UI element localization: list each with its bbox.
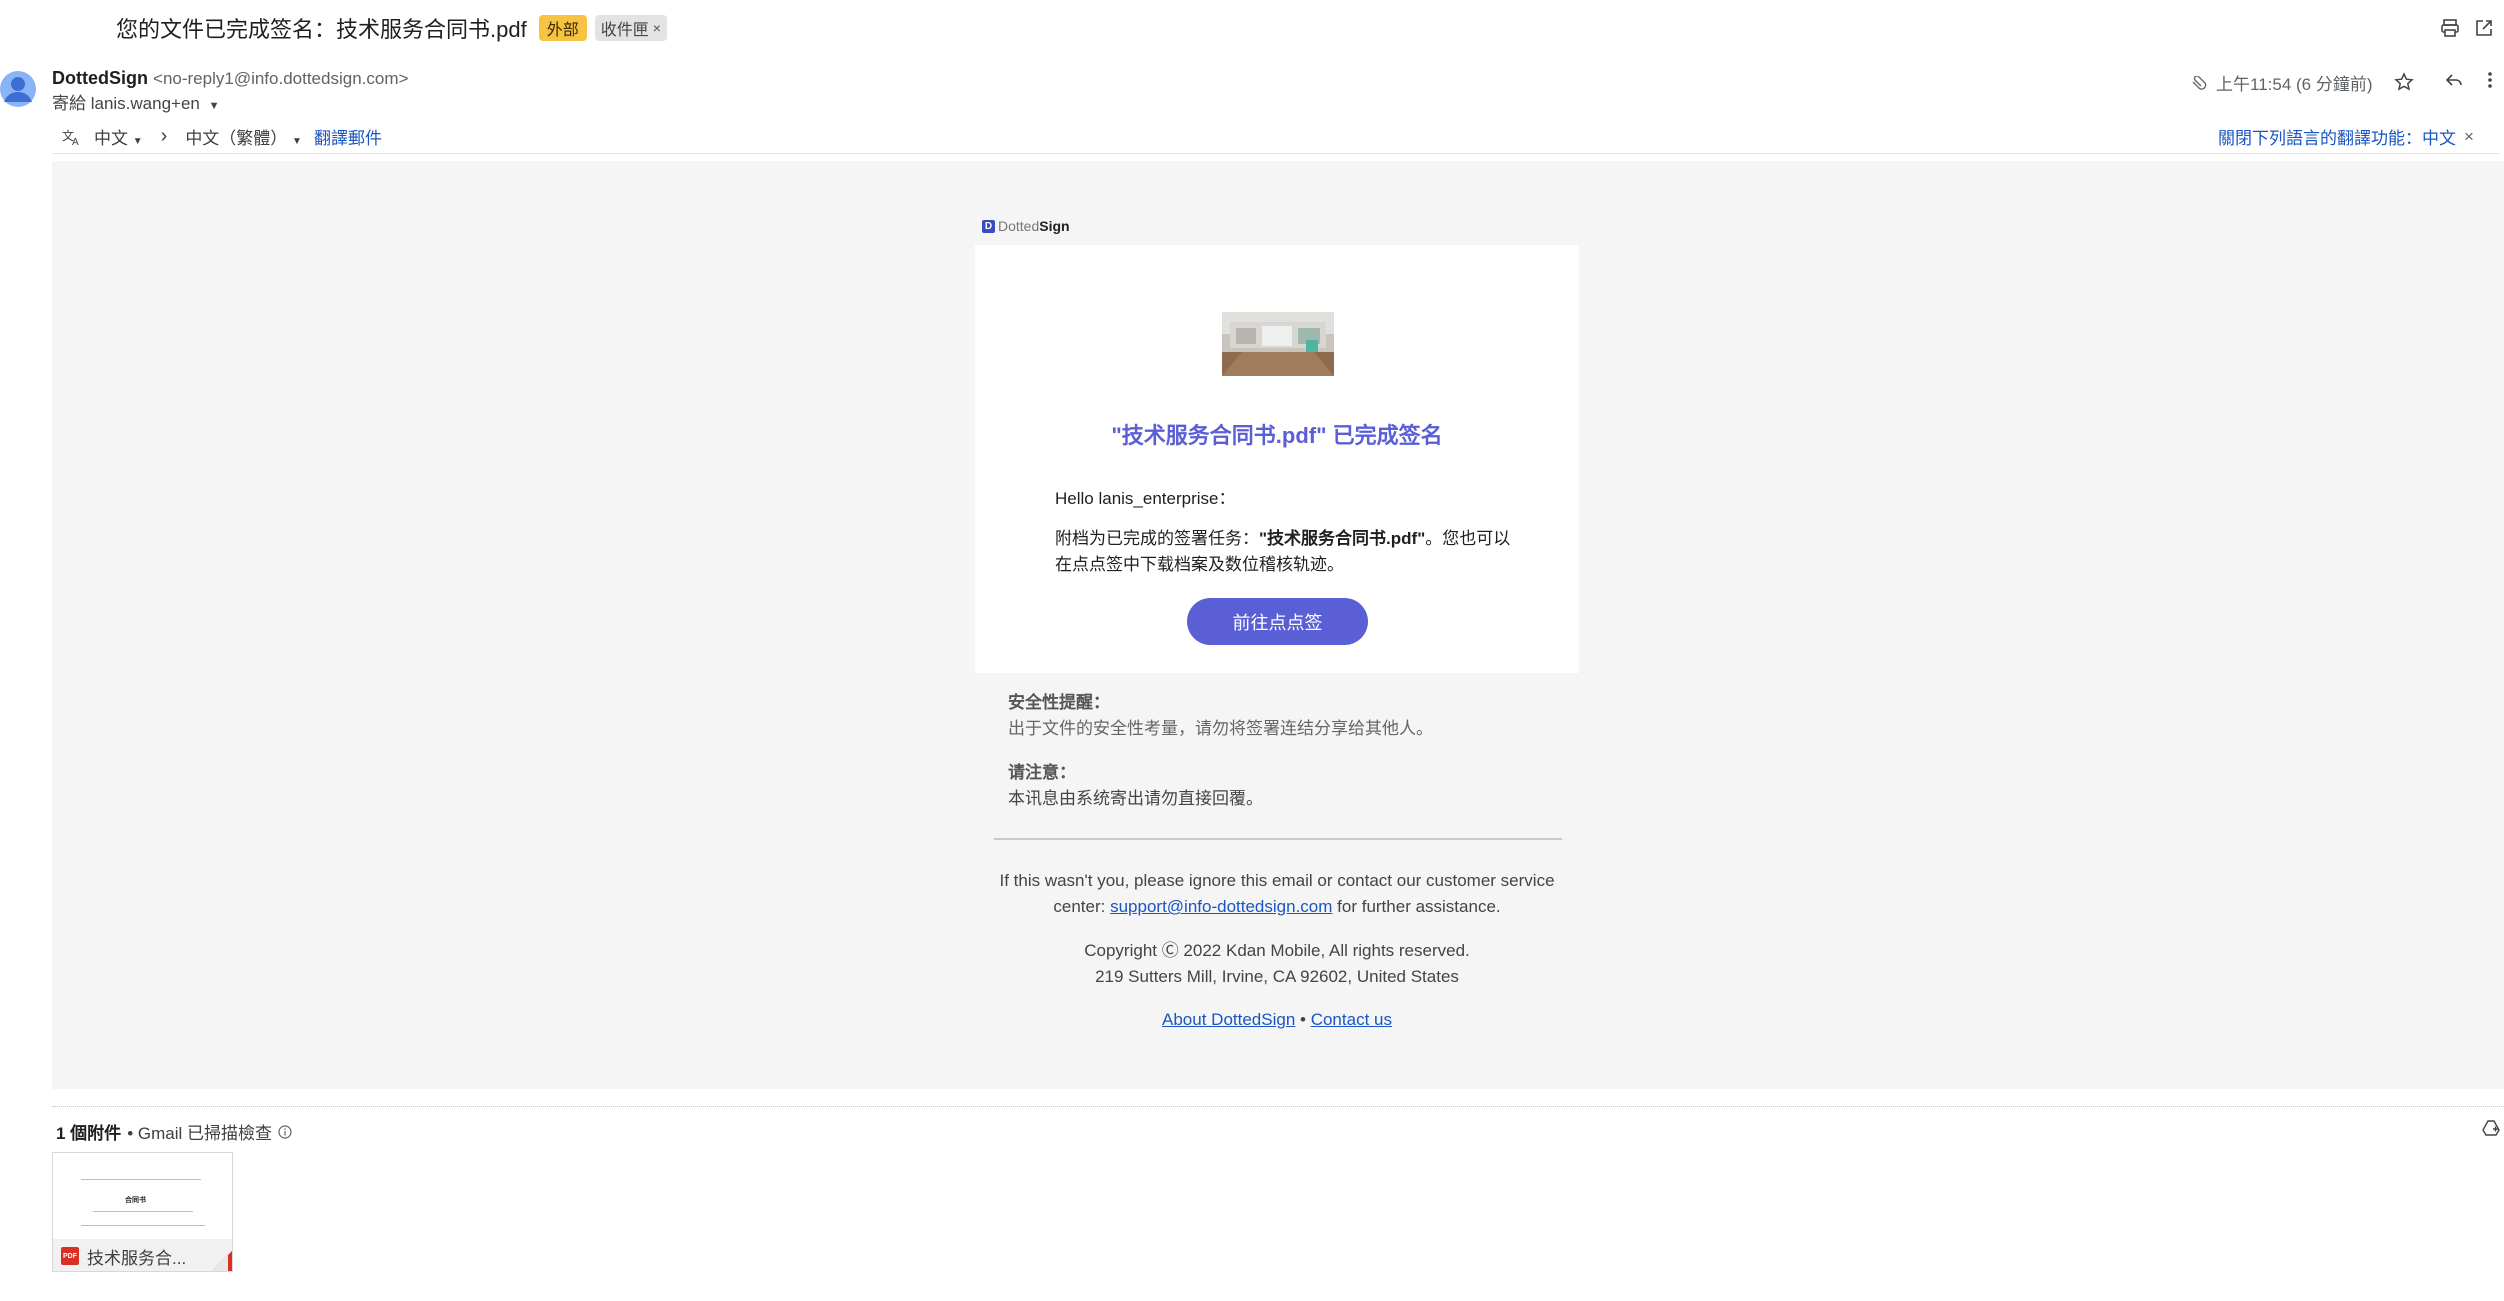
translate-controls: 文A 中文 ▼ › 中文（繁體） ▼ 翻譯郵件 — [62, 124, 382, 149]
paragraph-filename: "技术服务合同书.pdf" — [1259, 529, 1426, 548]
attachment-preview: 合同书 — [53, 1153, 232, 1239]
footer-links: About DottedSign • Contact us — [975, 1010, 1579, 1030]
contact-us-link[interactable]: Contact us — [1311, 1010, 1392, 1029]
footer-divider — [994, 838, 1562, 840]
inbox-label[interactable]: 收件匣 × — [594, 15, 667, 41]
security-title: 安全性提醒： — [1008, 693, 1110, 712]
notice-text: 本讯息由系统寄出请勿直接回覆。 — [1008, 789, 1263, 808]
attachment-filename: 技术服务合... — [87, 1248, 187, 1268]
email-subject: 您的文件已完成签名：技术服务合同书.pdf — [116, 17, 527, 42]
go-to-dottedsign-button[interactable]: 前往点点签 — [1187, 598, 1368, 645]
sender-email: <no-reply1@info.dottedsign.com> — [153, 69, 409, 88]
sender-avatar — [0, 68, 36, 110]
recipient-details-chevron-icon[interactable]: ▼ — [209, 100, 220, 112]
email-paragraph: 附档为已完成的签署任务："技术服务合同书.pdf"。您也可以在点点签中下载档案及… — [1055, 526, 1515, 578]
translate-icon: 文A — [62, 128, 82, 146]
attachment-clip-icon — [2190, 75, 2208, 90]
sender-line: DottedSign <no-reply1@info.dottedsign.co… — [52, 68, 408, 89]
sender-name[interactable]: DottedSign — [52, 68, 148, 88]
scan-status: • Gmail 已掃描檢查 — [127, 1124, 272, 1143]
logo-text-sign: Sign — [1039, 218, 1070, 234]
info-icon[interactable] — [278, 1124, 292, 1139]
hero-image — [1222, 312, 1334, 376]
message-time: 上午11:54 (6 分鐘前) — [2216, 75, 2373, 94]
remove-label-icon[interactable]: × — [653, 20, 661, 36]
translate-message-link[interactable]: 翻譯郵件 — [314, 124, 382, 149]
star-icon[interactable] — [2394, 72, 2414, 92]
notice-title: 请注意： — [1008, 763, 1076, 782]
attachment-footer: PDF 技术服务合... — [53, 1239, 232, 1271]
dottedsign-logo: D Dotted Sign — [982, 218, 1070, 234]
target-language-dropdown-icon: ▼ — [292, 136, 302, 147]
footer-help-text: If this wasn't you, please ignore this e… — [975, 868, 1579, 920]
preview-doc-title: 合同书 — [125, 1197, 146, 1204]
security-text: 出于文件的安全性考量，请勿将签署连结分享给其他人。 — [1008, 719, 1433, 738]
source-language-label: 中文 — [94, 129, 128, 148]
support-email-link[interactable]: support@info-dottedsign.com — [1110, 897, 1332, 916]
svg-text:A: A — [72, 137, 79, 146]
link-separator: • — [1300, 1010, 1306, 1029]
attachment-card[interactable]: 合同书 PDF 技术服务合... — [52, 1152, 233, 1272]
translate-bar — [52, 118, 2500, 154]
chevron-right-icon: › — [160, 125, 168, 147]
source-language-select[interactable]: 中文 ▼ — [94, 124, 143, 149]
logo-text-dotted: Dotted — [998, 218, 1040, 234]
attachments-header: 1 個附件 • Gmail 已掃描檢查 — [56, 1119, 292, 1144]
footer-help-suffix: for further assistance. — [1337, 897, 1501, 916]
add-to-drive-icon[interactable] — [2482, 1119, 2500, 1137]
external-tag: 外部 — [538, 15, 587, 41]
recipient-line[interactable]: 寄給 lanis.wang+en ▼ — [52, 89, 220, 114]
attachment-count: 1 個附件 — [56, 1124, 122, 1143]
print-icon[interactable] — [2440, 18, 2460, 38]
about-dottedsign-link[interactable]: About DottedSign — [1162, 1010, 1295, 1029]
source-language-dropdown-icon: ▼ — [132, 136, 143, 147]
paragraph-prefix: 附档为已完成的签署任务： — [1055, 529, 1259, 548]
footer-copyright: Copyright Ⓒ 2022 Kdan Mobile, All rights… — [975, 938, 1579, 990]
disable-translation-link[interactable]: 關閉下列語言的翻譯功能：中文 — [2218, 124, 2456, 149]
email-subject-row: 您的文件已完成签名：技术服务合同书.pdf 外部 收件匣 × — [116, 12, 667, 44]
attachments-divider — [52, 1106, 2504, 1107]
recipient-text: 寄給 lanis.wang+en — [52, 94, 200, 113]
open-in-new-window-icon[interactable] — [2474, 18, 2494, 38]
close-translate-bar-icon[interactable]: × — [2464, 127, 2474, 147]
dottedsign-logo-icon: D — [982, 219, 995, 233]
copyright-text: Copyright Ⓒ 2022 Kdan Mobile, All rights… — [1084, 941, 1470, 960]
email-title: "技术服务合同书.pdf" 已完成签名 — [1111, 423, 1443, 448]
inbox-label-text: 收件匣 — [600, 22, 649, 39]
target-language-select[interactable]: 中文（繁體） ▼ — [185, 124, 302, 149]
address-text: 219 Sutters Mill, Irvine, CA 92602, Unit… — [1095, 967, 1459, 986]
pdf-file-icon: PDF — [61, 1247, 79, 1265]
more-options-icon[interactable] — [2486, 70, 2494, 90]
target-language-label: 中文（繁體） — [185, 129, 288, 148]
disable-translation-row: 關閉下列語言的翻譯功能：中文 × — [2218, 124, 2474, 149]
message-time-row: 上午11:54 (6 分鐘前) — [2190, 70, 2373, 95]
reply-icon[interactable] — [2444, 70, 2464, 90]
greeting: Hello lanis_enterprise： — [1055, 489, 1236, 508]
page-corner-fold-inner — [212, 1255, 228, 1271]
